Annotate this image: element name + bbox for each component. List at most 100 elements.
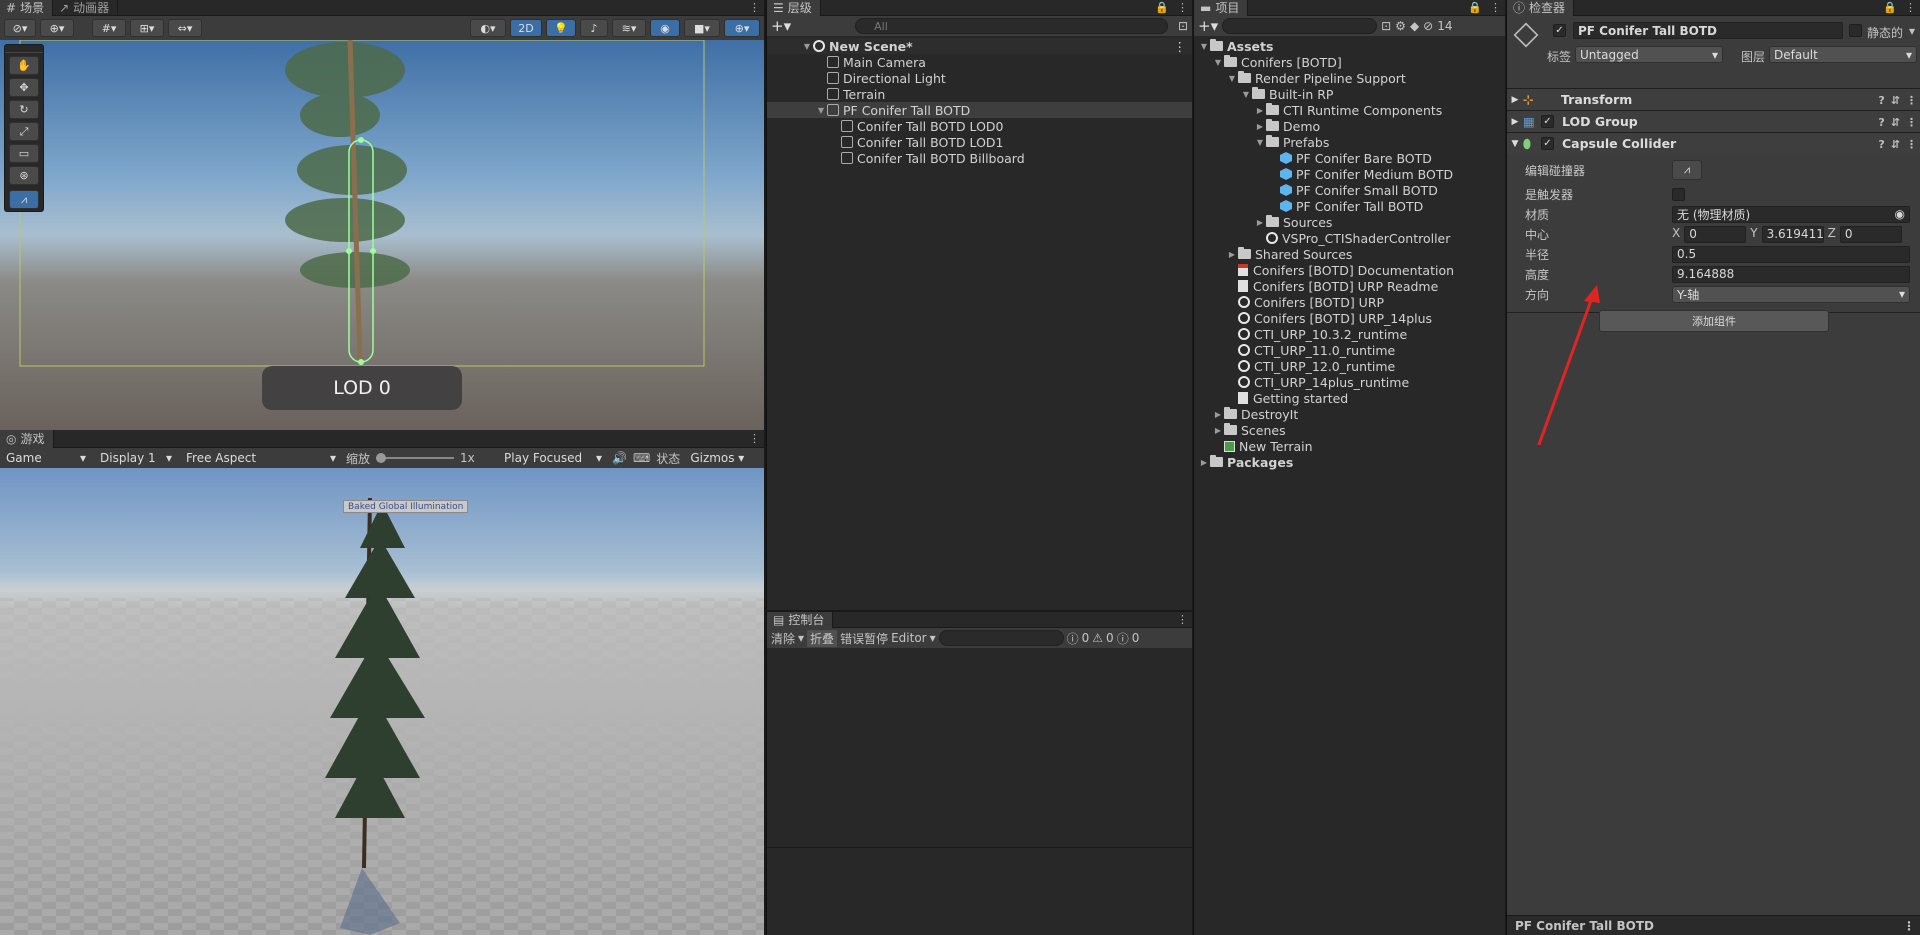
more-menu-icon[interactable]: ⋮ xyxy=(745,432,764,445)
draw-mode-button[interactable]: ⊘▾ xyxy=(4,19,36,37)
lod-group-enabled-checkbox[interactable]: ✓ xyxy=(1541,115,1554,128)
expand-arrow-icon[interactable]: ▼ xyxy=(1226,74,1238,83)
project-item[interactable]: CTI_URP_11.0_runtime xyxy=(1194,342,1505,358)
hierarchy-item[interactable]: Conifer Tall BOTD LOD1 xyxy=(767,134,1192,150)
material-field[interactable]: 无 (物理材质) ◉ xyxy=(1672,205,1910,223)
hierarchy-item-selected[interactable]: ▼ PF Conifer Tall BOTD xyxy=(767,102,1192,118)
footer-menu-icon[interactable]: ⋮ xyxy=(1903,919,1920,933)
collapse-arrow-icon[interactable]: ▶ xyxy=(1226,250,1238,259)
label-icon[interactable]: ◆ xyxy=(1410,19,1419,33)
object-name-field[interactable]: PF Conifer Tall BOTD xyxy=(1573,22,1843,39)
lighting-toggle-button[interactable]: 💡 xyxy=(546,19,576,37)
scene-row[interactable]: ▼ New Scene* ⋮ xyxy=(767,38,1192,54)
project-item[interactable]: CTI_URP_14plus_runtime xyxy=(1194,374,1505,390)
collapse-arrow-icon[interactable]: ▶ xyxy=(1254,106,1266,115)
direction-dropdown[interactable]: Y-轴 ▾ xyxy=(1672,285,1910,303)
project-item[interactable]: PF Conifer Tall BOTD xyxy=(1194,198,1505,214)
hierarchy-item[interactable]: Conifer Tall BOTD Billboard xyxy=(767,150,1192,166)
lock-icon[interactable]: 🔒 xyxy=(1879,1,1901,14)
add-icon[interactable]: +▾ xyxy=(1198,17,1218,35)
tag-dropdown[interactable]: Untagged ▾ xyxy=(1575,46,1723,63)
tab-scene[interactable]: # 场景 xyxy=(0,0,54,16)
mute-audio-icon[interactable]: 🔊 xyxy=(612,451,627,465)
project-item[interactable]: ▶ Scenes xyxy=(1194,422,1505,438)
active-checkbox[interactable]: ✓ xyxy=(1553,24,1566,37)
hierarchy-search-input[interactable]: All xyxy=(855,18,1168,34)
component-actions[interactable]: ? ⇵ ⋮ xyxy=(1875,92,1920,107)
collapse-arrow-icon[interactable]: ▶ xyxy=(1198,458,1210,467)
project-item[interactable]: ▶ Packages xyxy=(1194,454,1505,470)
project-item[interactable]: ▶ Sources xyxy=(1194,214,1505,230)
center-z-field[interactable]: 0 xyxy=(1839,225,1902,243)
more-menu-icon[interactable]: ⋮ xyxy=(1901,1,1920,14)
editor-dropdown[interactable]: Editor xyxy=(891,631,927,645)
collapse-arrow-icon[interactable]: ▶ xyxy=(1212,426,1224,435)
collapse-arrow-icon[interactable]: ▶ xyxy=(1212,410,1224,419)
layer-dropdown[interactable]: Default ▾ xyxy=(1769,46,1917,63)
project-item[interactable]: ▼ Prefabs xyxy=(1194,134,1505,150)
scene-search-icon[interactable]: ⊡ xyxy=(1178,19,1188,33)
rect-tool-icon[interactable]: ▭ xyxy=(9,144,39,163)
hierarchy-item[interactable]: Conifer Tall BOTD LOD0 xyxy=(767,118,1192,134)
camera-button[interactable]: ■▾ xyxy=(684,19,720,37)
collapse-arrow-icon[interactable]: ▶ xyxy=(1507,95,1523,105)
project-item[interactable]: New Terrain xyxy=(1194,438,1505,454)
expand-arrow-icon[interactable]: ▼ xyxy=(1240,90,1252,99)
move-tool-icon[interactable]: ✥ xyxy=(9,78,39,97)
tab-animator[interactable]: ↗ 动画器 xyxy=(53,0,119,16)
scale-slider[interactable] xyxy=(376,453,455,463)
expand-arrow-icon[interactable]: ▼ xyxy=(1212,58,1224,67)
aspect-dropdown[interactable]: Free Aspect ▾ xyxy=(182,449,340,467)
hierarchy-item[interactable]: Terrain xyxy=(767,86,1192,102)
gizmos-dropdown[interactable]: Gizmos ▾ xyxy=(686,449,749,467)
capsule-collider-component-header[interactable]: ▼ ⬮ ✓ Capsule Collider ? ⇵ ⋮ xyxy=(1507,132,1920,154)
expand-arrow-icon[interactable]: ▼ xyxy=(815,106,827,115)
project-item[interactable]: ▶ DestroyIt xyxy=(1194,406,1505,422)
height-field[interactable]: 9.164888 xyxy=(1672,265,1910,283)
expand-arrow-icon[interactable]: ▼ xyxy=(1254,138,1266,147)
visibility-toggle-button[interactable]: ◉ xyxy=(650,19,680,37)
palette-handle[interactable] xyxy=(5,45,43,53)
capsule-collider-enabled-checkbox[interactable]: ✓ xyxy=(1541,137,1554,150)
project-item[interactable]: CTI_URP_10.3.2_runtime xyxy=(1194,326,1505,342)
project-search-input[interactable] xyxy=(1222,18,1378,34)
lod-group-component-header[interactable]: ▶ ▦ ✓ LOD Group ? ⇵ ⋮ xyxy=(1507,110,1920,132)
project-item[interactable]: PF Conifer Bare BOTD xyxy=(1194,150,1505,166)
project-item[interactable]: ▼ Built-in RP xyxy=(1194,86,1505,102)
warning-icon[interactable]: ⚠ xyxy=(1092,631,1103,645)
edit-collider-button[interactable]: ⩘ xyxy=(1672,160,1702,180)
project-item[interactable]: Conifers [BOTD] URP Readme xyxy=(1194,278,1505,294)
collapse-arrow-icon[interactable]: ▶ xyxy=(1507,117,1523,127)
increment-snap-button[interactable]: ⊞▾ xyxy=(130,19,164,37)
lock-icon[interactable]: 🔒 xyxy=(1464,1,1486,14)
tab-inspector[interactable]: ⓘ 检查器 xyxy=(1507,0,1575,16)
project-item[interactable]: CTI_URP_12.0_runtime xyxy=(1194,358,1505,374)
component-actions[interactable]: ? ⇵ ⋮ xyxy=(1875,114,1920,129)
more-menu-icon[interactable]: ⋮ xyxy=(1173,1,1192,14)
project-item[interactable]: VSPro_CTIShaderController xyxy=(1194,230,1505,246)
align-button[interactable]: ⇔▾ xyxy=(168,19,202,37)
more-menu-icon[interactable]: ⋮ xyxy=(745,1,764,14)
keyboard-icon[interactable]: ⌨ xyxy=(633,451,650,465)
log-icon[interactable]: ⓘ xyxy=(1067,630,1079,647)
hierarchy-item[interactable]: Directional Light xyxy=(767,70,1192,86)
console-search-input[interactable] xyxy=(938,630,1064,646)
transform-component-header[interactable]: ▶ ⊹ Transform ? ⇵ ⋮ xyxy=(1507,88,1920,110)
tab-hierarchy[interactable]: ☰ 层级 xyxy=(767,0,821,16)
project-item[interactable]: ▶ CTI Runtime Components xyxy=(1194,102,1505,118)
expand-arrow-icon[interactable]: ▼ xyxy=(801,42,813,51)
filter-type-icon[interactable]: ⚙ xyxy=(1395,19,1406,33)
project-item[interactable]: Getting started xyxy=(1194,390,1505,406)
hand-tool-icon[interactable]: ✋ xyxy=(9,56,39,75)
project-item[interactable]: PF Conifer Medium BOTD xyxy=(1194,166,1505,182)
static-checkbox[interactable] xyxy=(1849,24,1862,37)
hierarchy-item[interactable]: Main Camera xyxy=(767,54,1192,70)
scene-viewport[interactable]: ✋ ✥ ↻ ⤢ ▭ ⊛ ⩘ LOD 0 xyxy=(0,40,764,430)
scene-menu-icon[interactable]: ⋮ xyxy=(1174,39,1193,54)
clear-dropdown-icon[interactable]: ▾ xyxy=(798,631,804,645)
hidden-packages-icon[interactable]: ⊘ xyxy=(1423,19,1433,33)
project-item[interactable]: ▼ Render Pipeline Support xyxy=(1194,70,1505,86)
tab-game[interactable]: ◎ 游戏 xyxy=(0,429,54,448)
grid-snap-button[interactable]: #▾ xyxy=(92,19,126,37)
display-mode-dropdown[interactable]: Game ▾ xyxy=(2,449,90,467)
